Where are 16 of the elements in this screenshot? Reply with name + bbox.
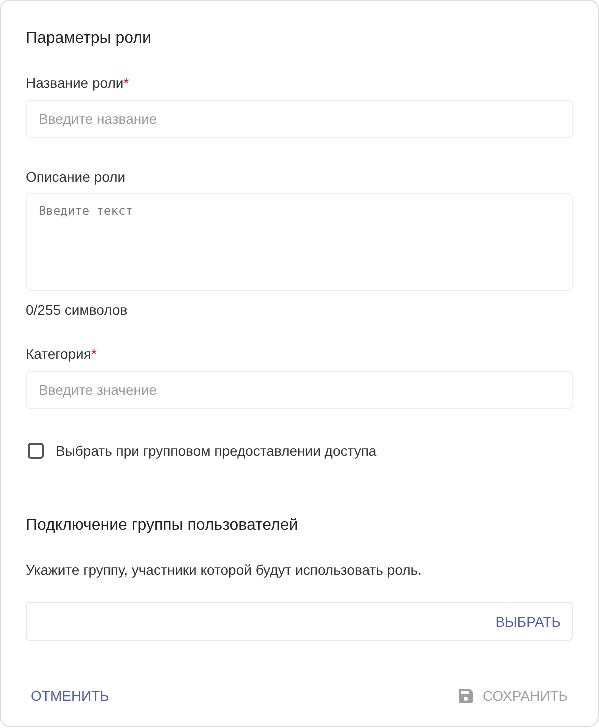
field-label: Описание роли bbox=[26, 168, 127, 186]
section-description: Укажите группу, участники которой будут использовать роль. bbox=[26, 561, 423, 579]
input-field[interactable]: Введите значение bbox=[26, 371, 573, 409]
section-title: Подключение группы пользователей bbox=[26, 516, 300, 536]
text-area[interactable]: Введите текст bbox=[26, 193, 573, 291]
save-icon bbox=[458, 689, 473, 703]
group-select-field[interactable]: ВЫБРАТЬ bbox=[26, 602, 573, 641]
character-counter: 0/255 символов bbox=[26, 301, 129, 319]
select-button[interactable]: ВЫБРАТЬ bbox=[490, 608, 566, 636]
checkbox[interactable] bbox=[28, 443, 44, 459]
checkbox-label: Выбрать при групповом предоставлении доступа bbox=[56, 442, 377, 461]
section-title: Параметры роли bbox=[26, 29, 152, 49]
cancel-button[interactable]: ОТМЕНИТЬ bbox=[26, 682, 114, 710]
field-label: Категория* bbox=[26, 345, 98, 363]
field-label: Название роли* bbox=[26, 74, 130, 92]
input-field[interactable]: Введите название bbox=[26, 100, 573, 138]
